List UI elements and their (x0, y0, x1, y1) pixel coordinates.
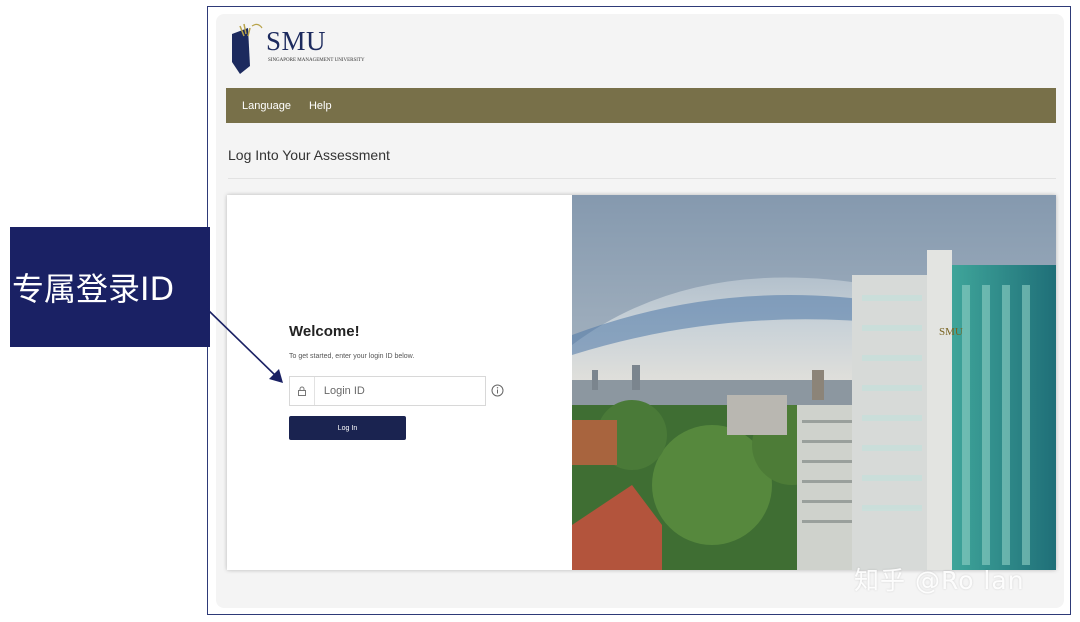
info-icon[interactable] (491, 384, 504, 397)
nav-item-language[interactable]: Language (242, 100, 291, 112)
watermark-text: 知乎 @Ro lan (854, 566, 1025, 595)
nav-item-help[interactable]: Help (309, 100, 332, 112)
annotation-label: 专属登录ID (10, 227, 210, 347)
title-divider (228, 178, 1056, 179)
logo-subtitle: Singapore Management University (268, 58, 365, 63)
login-instructions: To get started, enter your login ID belo… (289, 353, 415, 360)
arrow-icon (206, 308, 283, 383)
svg-text:SMU: SMU (939, 326, 963, 338)
top-navbar: Language Help (226, 88, 1056, 123)
login-button[interactable]: Log In (289, 416, 406, 440)
login-id-field (289, 376, 486, 406)
page-title: Log Into Your Assessment (228, 147, 390, 163)
welcome-heading: Welcome! (289, 323, 360, 340)
logo-wordmark: SMU (266, 26, 327, 56)
campus-photo: SMU (572, 195, 1056, 570)
login-id-input[interactable] (314, 384, 485, 398)
